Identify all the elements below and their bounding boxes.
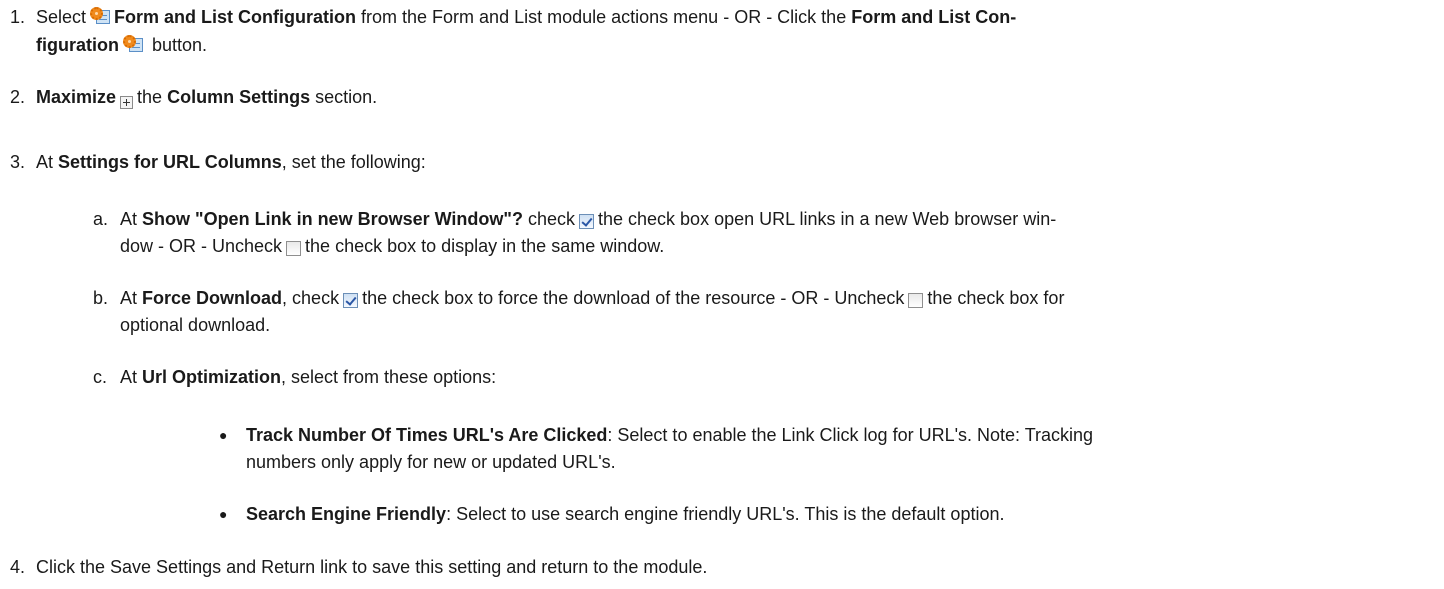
step-number: 3.	[10, 152, 26, 172]
bullet-icon: ●	[219, 427, 228, 443]
step-4-line: Click the Save Settings and Return link …	[36, 557, 708, 577]
bullet-icon: ●	[219, 506, 228, 522]
form-and-list-configuration-icon	[89, 6, 111, 26]
checked-checkbox-icon	[579, 214, 594, 229]
substep-letter: c.	[93, 367, 108, 387]
bullet-line-2: numbers only apply for new or updated UR…	[246, 452, 616, 472]
step-1-line-2: figuration button.	[36, 34, 208, 55]
step-number: 2.	[10, 87, 26, 107]
unchecked-checkbox-icon	[908, 293, 924, 308]
maximize-icon	[120, 96, 134, 109]
checked-checkbox-icon	[343, 293, 359, 308]
step-3-line: At Settings for URL Columns, set the fol…	[36, 152, 426, 172]
substep-c-line: At Url Optimization, select from these o…	[120, 367, 497, 387]
step-1-line-1: Select Form and List Configuration from t…	[36, 6, 1017, 27]
substep-letter: b.	[93, 288, 109, 308]
substep-letter: a.	[93, 209, 109, 229]
bullet-line-1: Track Number Of Times URL's Are Clicked:…	[246, 425, 1094, 445]
substep-b-line-2: optional download.	[120, 315, 271, 335]
step-number: 1.	[10, 7, 26, 27]
unchecked-checkbox-icon	[286, 241, 302, 256]
step-number: 4.	[10, 557, 26, 577]
substep-a-line-2: dow - OR - Uncheck the check box to displ…	[120, 236, 665, 256]
substep-a-line-1: At Show "Open Link in new Browser Window…	[120, 209, 1057, 229]
bullet-line: Search Engine Friendly: Select to use se…	[246, 504, 1005, 524]
form-and-list-configuration-icon	[122, 34, 144, 54]
substep-b-line-1: At Force Download, check the check box to…	[120, 288, 1065, 308]
step-2-line: Maximize the Column Settings section.	[36, 87, 378, 109]
